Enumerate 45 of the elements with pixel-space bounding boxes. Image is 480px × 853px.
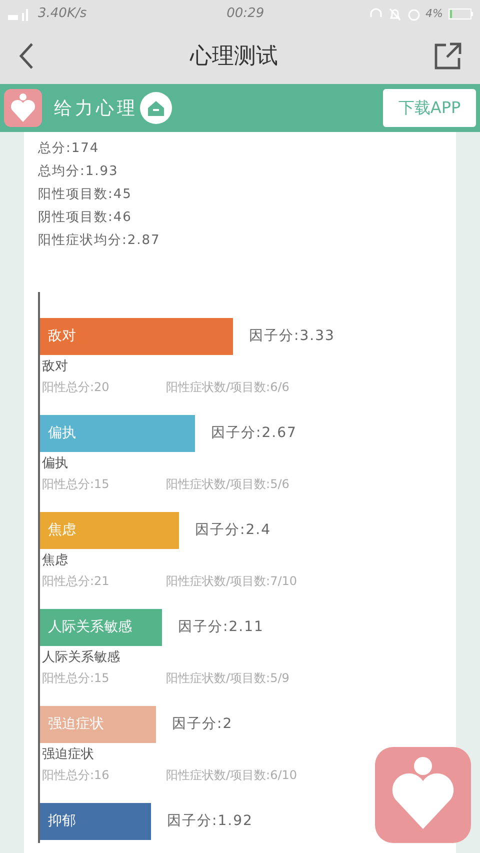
- factor-name: 人际关系敏感: [41, 649, 121, 667]
- summary-line: 阳性症状均分:2.87: [38, 232, 162, 250]
- battery-level: 4%: [426, 6, 443, 22]
- positive-total: 阳性总分:15: [42, 476, 110, 493]
- factor-score: 因子分:1.92: [167, 812, 253, 831]
- bar-label: 焦虑: [48, 521, 76, 540]
- summary-line: 总分:174: [38, 140, 100, 158]
- symptom-ratio: 阳性症状数/项目数:5/9: [166, 670, 290, 687]
- alarm-icon: [406, 7, 421, 21]
- signal-icon: [6, 7, 30, 21]
- factor-score: 因子分:2.11: [178, 618, 264, 637]
- factor-score: 因子分:2: [172, 715, 233, 734]
- bar-label: 偏执: [48, 424, 76, 443]
- download-app-button[interactable]: 下载APP: [383, 89, 476, 127]
- symptom-ratio: 阳性症状数/项目数:6/10: [166, 767, 298, 784]
- bar-label: 抑郁: [48, 812, 76, 831]
- positive-total: 阳性总分:20: [42, 379, 110, 396]
- summary-line: 阳性项目数:45: [38, 186, 133, 204]
- bell-off-icon: [388, 7, 402, 21]
- summary-line: 总均分:1.93: [38, 163, 120, 181]
- positive-total: 阳性总分:21: [42, 573, 110, 590]
- battery-icon: [448, 8, 474, 20]
- symptom-ratio: 阳性症状数/项目数:6/6: [166, 379, 290, 396]
- clock: 00:29: [226, 5, 264, 24]
- factor-name: 焦虑: [41, 552, 69, 570]
- bar-label: 强迫症状: [48, 715, 104, 734]
- brand-name: 给力心理: [54, 96, 138, 120]
- factor-score: 因子分:2.67: [211, 424, 297, 443]
- summary-line: 阴性项目数:46: [38, 209, 133, 227]
- factor-name: 敌对: [41, 358, 69, 376]
- bar-label: 敌对: [48, 327, 76, 346]
- symptom-ratio: 阳性症状数/项目数:7/10: [166, 573, 298, 590]
- factor-score: 因子分:3.33: [249, 327, 335, 346]
- positive-total: 阳性总分:16: [42, 767, 110, 784]
- symptom-ratio: 阳性症状数/项目数:5/6: [166, 476, 290, 493]
- app-logo-icon: [4, 89, 42, 127]
- network-speed: 3.40K/s: [38, 5, 87, 24]
- positive-total: 阳性总分:15: [42, 670, 110, 687]
- bar-label: 人际关系敏感: [48, 618, 132, 637]
- factor-name: 强迫症状: [41, 746, 95, 764]
- back-icon[interactable]: [18, 42, 34, 70]
- page-title: 心理测试: [190, 42, 278, 70]
- share-icon[interactable]: [434, 42, 462, 70]
- factor-name: 偏执: [41, 455, 69, 473]
- factor-score: 因子分:2.4: [195, 521, 271, 540]
